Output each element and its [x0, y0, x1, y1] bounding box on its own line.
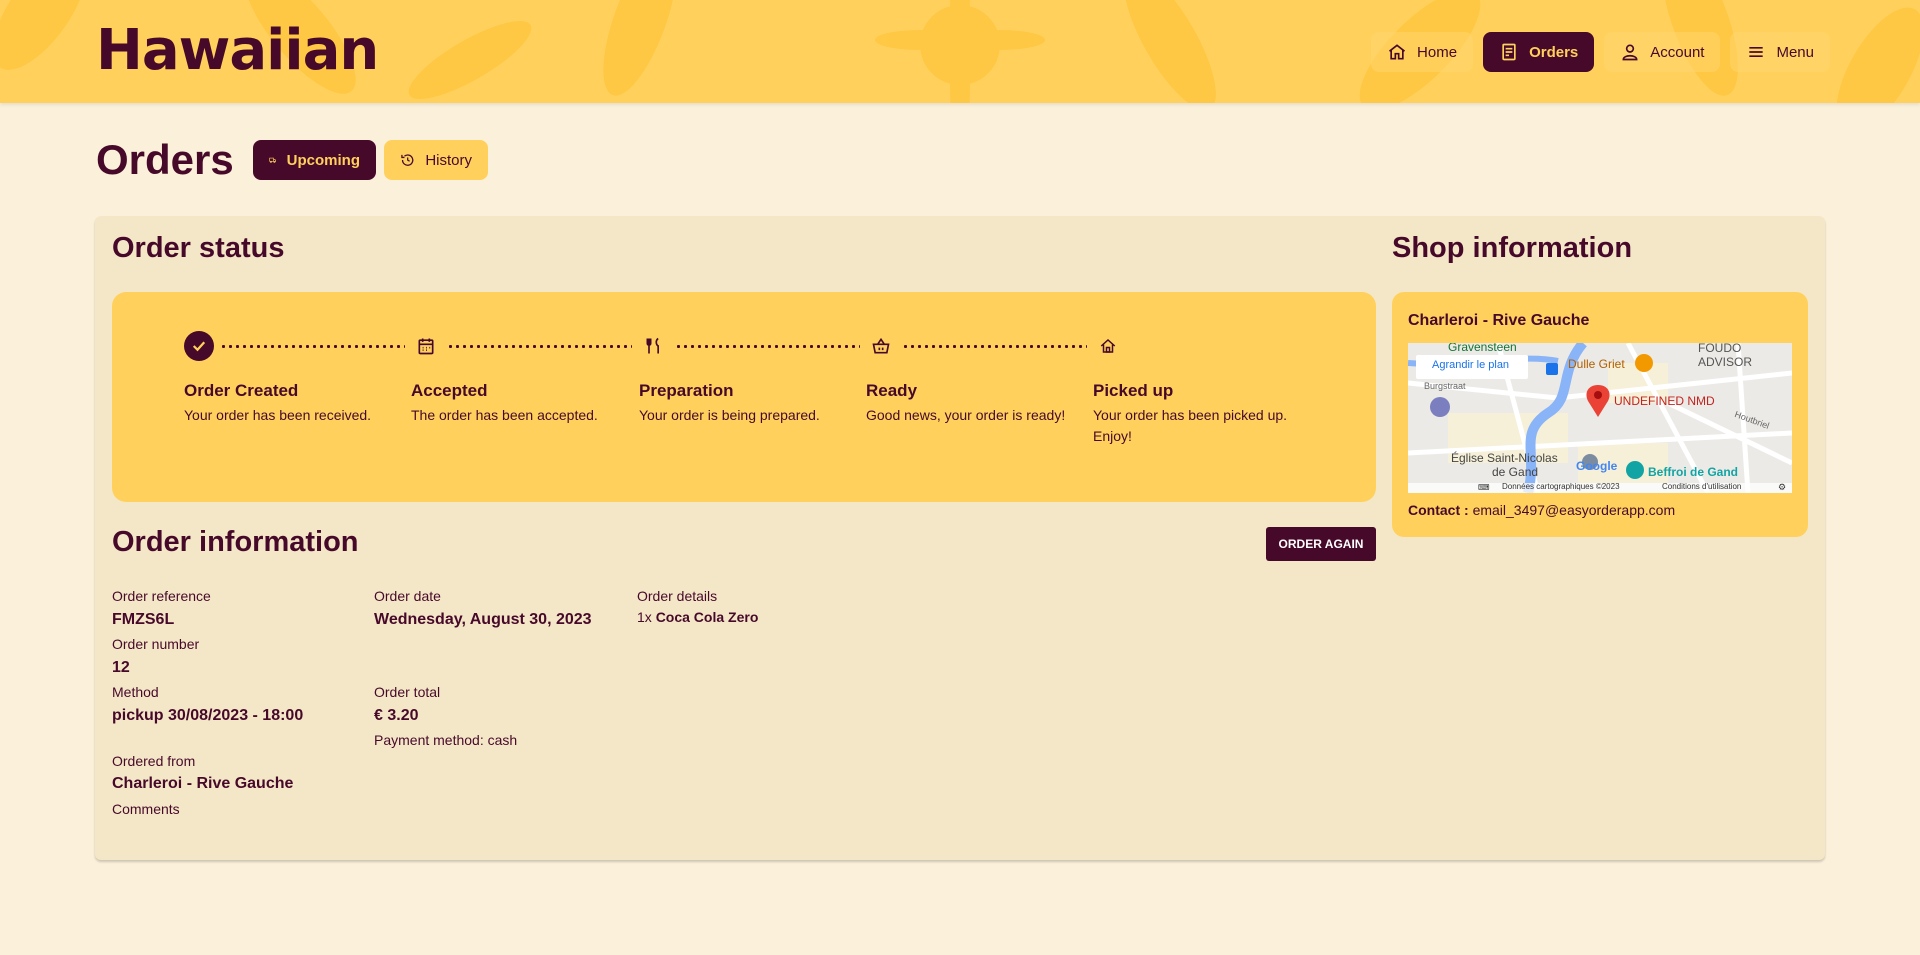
order-line-name: Coca Cola Zero [655, 609, 759, 625]
tab-upcoming[interactable]: Upcoming [253, 140, 376, 180]
order-line-qty: 1x [637, 609, 652, 625]
nav-account-label: Account [1650, 43, 1705, 61]
shop-name: Charleroi - Rive Gauche [1408, 312, 1590, 329]
step-ready-icon [866, 331, 896, 361]
order-status-title: Order status [112, 232, 285, 264]
step-accepted-title: Accepted [411, 381, 488, 400]
order-reference-label: Order reference [112, 588, 211, 604]
order-information-title: Order information [112, 526, 359, 558]
map-label-gravensteen: Gravensteen [1448, 343, 1517, 354]
ordered-from-value: Charleroi - Rive Gauche [112, 775, 294, 792]
step-created-desc: Your order has been received. [184, 407, 372, 423]
history-icon [401, 154, 414, 166]
shop-information-title: Shop information [1392, 232, 1633, 264]
step-preparation-title: Preparation [639, 381, 734, 400]
nav-orders-label: Orders [1529, 43, 1579, 61]
tab-upcoming-label: Upcoming [286, 151, 360, 169]
nav-home-label: Home [1417, 43, 1458, 61]
order-total-label: Order total [374, 684, 441, 700]
method-label: Method [112, 684, 159, 700]
calendar-icon [418, 338, 434, 355]
settings-icon[interactable]: ⚙ [1778, 482, 1786, 493]
step-ready-desc: Good news, your order is ready! [866, 407, 1066, 423]
map-label-dulle-griet: Dulle Griet [1568, 357, 1625, 371]
method-value: pickup 30/08/2023 - 18:00 [112, 707, 304, 724]
page-title: Orders [96, 136, 234, 183]
step-connector [447, 345, 632, 348]
nav-home[interactable]: Home [1371, 32, 1474, 72]
map-label-de-gand: de Gand [1492, 465, 1539, 479]
map-terms-link[interactable]: Conditions d'utilisation [1662, 482, 1741, 491]
map-label-foudo: FOUDO ADVISOR [1698, 343, 1753, 369]
tab-history[interactable]: History [384, 140, 488, 180]
main-nav: Home Orders Account Menu [1371, 32, 1830, 72]
map-label-beffroi: Beffroi de Gand [1648, 465, 1739, 479]
step-ready-title: Ready [866, 381, 918, 400]
step-picked-up-desc: Your order has been picked up. Enjoy! [1093, 407, 1288, 444]
step-preparation-icon [639, 331, 669, 361]
order-reference-value: FMZS6L [112, 611, 175, 628]
order-details-label: Order details [637, 588, 718, 604]
order-number-value: 12 [112, 659, 130, 676]
house-icon [1100, 338, 1116, 353]
map-label-eglise: Église Saint-Nicolas [1451, 451, 1558, 465]
receipt-icon [1502, 43, 1516, 61]
home-icon [1389, 44, 1406, 60]
tab-history-label: History [425, 151, 472, 169]
order-line-item: 1x Coca Cola Zero [637, 609, 758, 625]
map-marker-label: UNDEFINED NMD [1614, 394, 1715, 408]
step-connector [220, 345, 405, 348]
map-data-credit: Données cartographiques ©2023 [1502, 482, 1620, 491]
user-icon [1622, 44, 1638, 61]
contact-email[interactable]: email_3497@easyorderapp.com [1473, 502, 1676, 518]
step-connector [675, 345, 860, 348]
keyboard-icon[interactable]: ⌨ [1478, 483, 1490, 492]
step-accepted-desc: The order has been accepted. [411, 407, 598, 423]
order-date-label: Order date [374, 588, 441, 604]
shop-contact: Contact : email_3497@easyorderapp.com [1408, 502, 1675, 518]
nav-menu-label: Menu [1776, 43, 1814, 61]
brand-logo[interactable]: Hawaiian [96, 18, 379, 84]
step-picked-up-title: Picked up [1093, 381, 1174, 400]
map-google-logo: Google [1576, 459, 1618, 473]
check-icon [192, 341, 206, 352]
nav-account[interactable]: Account [1604, 32, 1721, 72]
truck-icon [269, 157, 277, 163]
comments-label: Comments [112, 801, 180, 817]
order-number-label: Order number [112, 636, 200, 652]
step-picked-up-icon [1093, 331, 1123, 361]
step-created-title: Order Created [184, 381, 299, 400]
step-created-icon [184, 331, 214, 361]
order-again-button[interactable]: Order again [1266, 527, 1376, 561]
map-enlarge-link[interactable]: Agrandir le plan [1432, 359, 1509, 371]
menu-icon [1749, 47, 1764, 57]
order-date-value: Wednesday, August 30, 2023 [374, 611, 592, 628]
step-preparation-desc: Your order is being prepared. [639, 407, 820, 423]
step-connector [902, 345, 1087, 348]
fork-knife-icon [646, 337, 659, 354]
map-label-burgstraat: Burgstraat [1424, 381, 1466, 391]
order-total-value: € 3.20 [374, 707, 419, 724]
order-status-panel [112, 292, 1376, 502]
shop-map[interactable]: Agrandir le plan UNDEFINED NMD Gravenste… [1408, 343, 1792, 493]
header: Hawaiian Home Orders Account Menu [0, 0, 1920, 103]
ordered-from-label: Ordered from [112, 753, 196, 769]
step-accepted-icon [411, 331, 441, 361]
nav-menu[interactable]: Menu [1730, 32, 1830, 72]
payment-method: Payment method: cash [374, 732, 518, 748]
contact-label: Contact : [1408, 502, 1469, 518]
nav-orders[interactable]: Orders [1483, 32, 1595, 72]
basket-icon [872, 337, 890, 354]
